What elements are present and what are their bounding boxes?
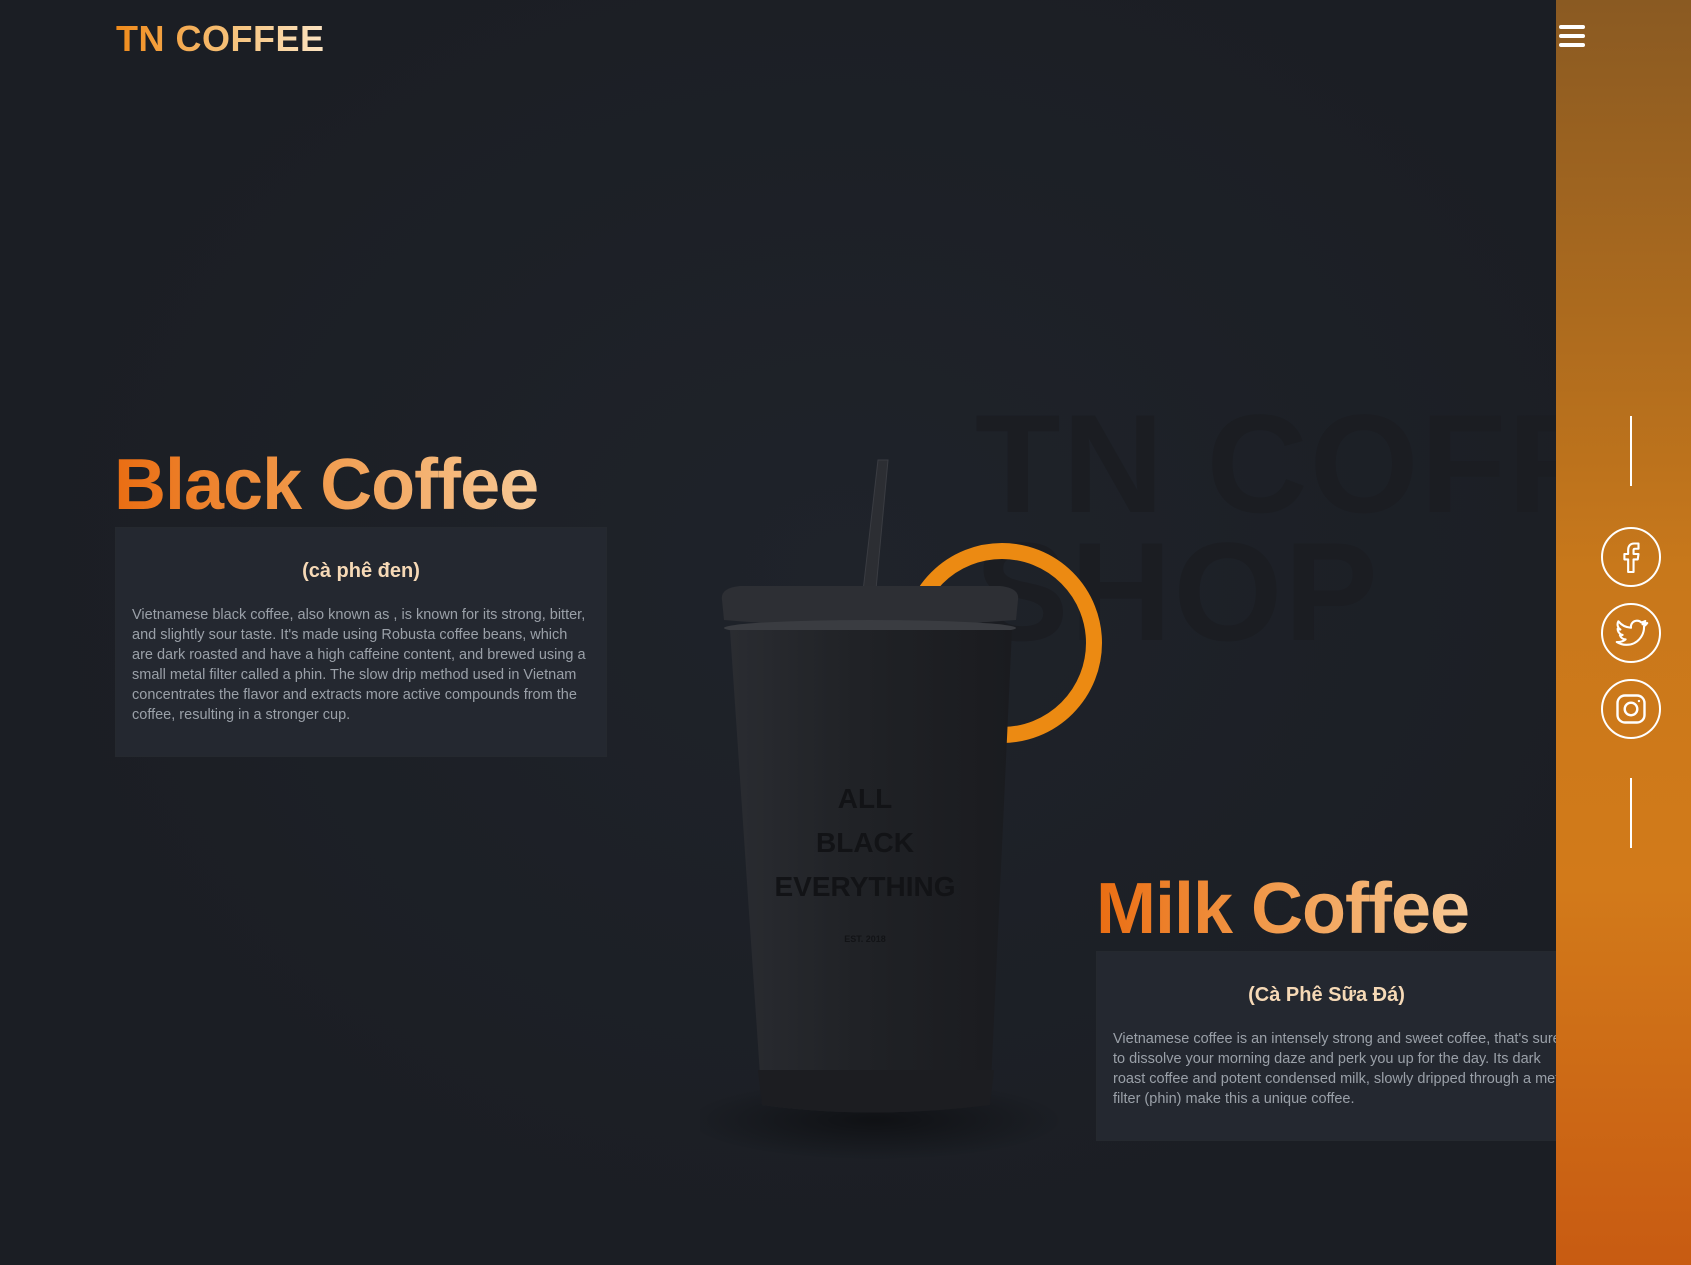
sidebar-divider-bottom xyxy=(1630,778,1632,848)
product-title-milk-coffee: Milk Coffee xyxy=(1096,869,1470,949)
instagram-icon[interactable] xyxy=(1601,679,1661,739)
product-description: Vietnamese coffee is an intensely strong… xyxy=(1113,1031,1556,1107)
product-card-milk-coffee: (Cà Phê Sữa Đá) Vietnamese coffee is an … xyxy=(1097,952,1556,1140)
product-subtitle: (Cà Phê Sữa Đá) xyxy=(1248,984,1405,1006)
product-description: Vietnamese black coffee, also known as ,… xyxy=(132,607,586,723)
twitter-icon[interactable] xyxy=(1601,603,1661,663)
facebook-icon[interactable] xyxy=(1601,527,1661,587)
product-title-black-coffee: Black Coffee xyxy=(114,445,539,525)
cup-text-est: EST. 2018 xyxy=(844,934,886,944)
sidebar-divider-top xyxy=(1630,416,1632,486)
hamburger-icon[interactable] xyxy=(1559,25,1585,51)
brand-logo[interactable]: TN COFFEE xyxy=(116,18,325,60)
product-card-black-coffee: (cà phê đen) Vietnamese black coffee, al… xyxy=(116,528,606,756)
page: TN COFFEE TN COFFE SHOP ALL BLACK EVERYT… xyxy=(0,0,1691,1265)
product-subtitle: (cà phê đen) xyxy=(302,560,420,582)
coffee-cup-image: ALL BLACK EVERYTHING EST. 2018 xyxy=(700,459,1065,1160)
cup-text-black: BLACK xyxy=(816,827,914,858)
cup-text-all: ALL xyxy=(838,783,892,814)
cup-text-everything: EVERYTHING xyxy=(775,871,956,902)
